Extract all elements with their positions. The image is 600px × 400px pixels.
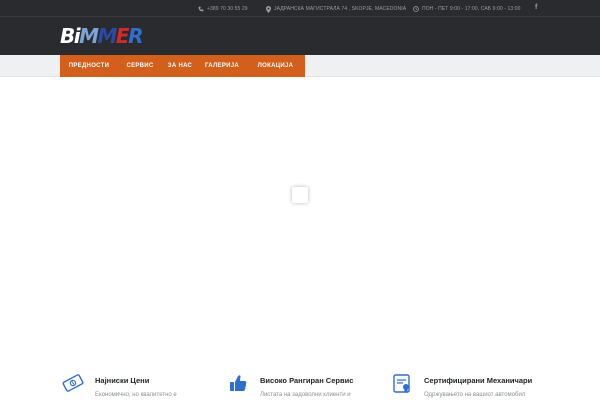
loading-spinner <box>292 187 308 203</box>
feature-title: Високо Рангиран Сервис <box>260 376 354 385</box>
phone-icon <box>198 6 204 12</box>
facebook-icon[interactable]: f <box>535 4 537 11</box>
feature-description: Економично, но квалитетно е <box>95 392 177 398</box>
nav-item-gallery[interactable]: ГАЛЕРИЈА <box>198 55 246 77</box>
feature-title: Сертифицирани Механичари <box>424 376 533 385</box>
site-logo[interactable]: B i M M E R <box>60 24 143 48</box>
feature-description: Одржувањето на вашиот автомобил <box>424 392 526 398</box>
address-info: ЈАДРАНСКА МАГИСТРАЛА 74 , SKOPJE, MACEDO… <box>266 5 406 13</box>
certificate-icon <box>393 374 410 393</box>
money-icon <box>62 374 84 392</box>
feature-certified-mechanics: Сертифицирани Механичари Одржувањето на … <box>391 372 551 400</box>
clock-icon <box>413 6 419 12</box>
nav-item-service[interactable]: СЕРВИС <box>118 55 162 77</box>
hours-info: ПОН - ПЕТ 9:00 - 17:00, САБ 9:00 - 13:00 <box>413 5 521 13</box>
nav-item-location[interactable]: ЛОКАЦИЈА <box>246 55 305 77</box>
nav-item-about[interactable]: ЗА НАС <box>162 55 198 77</box>
map-pin-icon <box>266 5 271 13</box>
feature-lowest-prices: Најниски Цени Економично, но квалитетно … <box>62 372 212 400</box>
top-divider <box>0 16 600 17</box>
address-text: ЈАДРАНСКА МАГИСТРАЛА 74 , SKOPJE, MACEDO… <box>274 6 407 12</box>
nav-item-advantages[interactable]: ПРЕДНОСТИ <box>60 55 118 77</box>
top-bar: +389 70 30 55 29 ЈАДРАНСКА МАГИСТРАЛА 74… <box>0 0 600 16</box>
phone-text: +389 70 30 55 29 <box>207 6 248 12</box>
feature-top-service: Високо Рангиран Сервис Листата на задово… <box>227 372 377 400</box>
hours-text: ПОН - ПЕТ 9:00 - 17:00, САБ 9:00 - 13:00 <box>422 6 521 12</box>
feature-title: Најниски Цени <box>95 376 150 385</box>
thumbs-up-icon <box>230 375 247 391</box>
feature-description: Листата на задоволни клиенти и <box>260 392 351 398</box>
main-nav: ПРЕДНОСТИ СЕРВИС ЗА НАС ГАЛЕРИЈА ЛОКАЦИЈ… <box>60 55 305 77</box>
logo-letter: B <box>60 24 75 48</box>
logo-letter: M <box>97 24 118 48</box>
logo-letter: R <box>128 24 143 48</box>
site-header: +389 70 30 55 29 ЈАДРАНСКА МАГИСТРАЛА 74… <box>0 0 600 55</box>
logo-letter: E <box>115 24 130 48</box>
logo-letter: M <box>79 24 99 48</box>
phone-info[interactable]: +389 70 30 55 29 <box>198 5 248 13</box>
